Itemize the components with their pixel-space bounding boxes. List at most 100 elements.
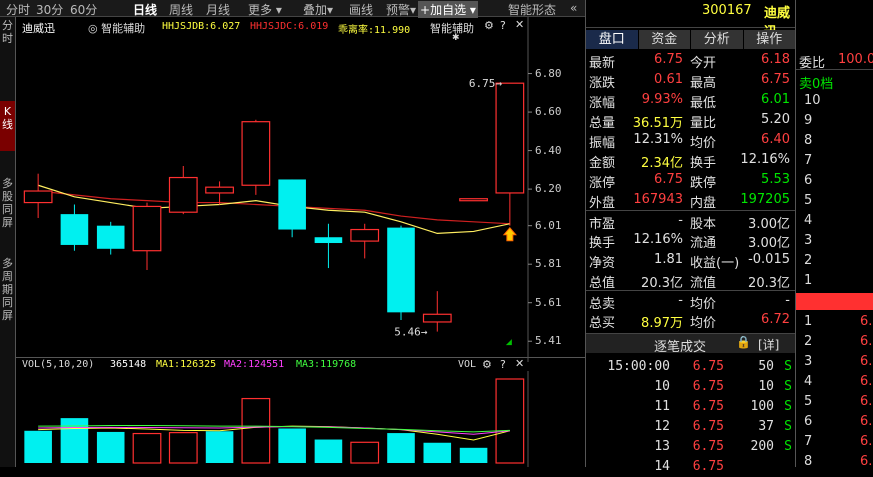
quote-value: 6.75 [654, 172, 683, 187]
trade-cell: 200 [750, 439, 774, 454]
trade-row: 15:00:00 6.75 50 S [586, 357, 796, 377]
lock-icon[interactable]: 🔒 [736, 335, 751, 349]
sell-level: 8 [804, 133, 813, 148]
quote-label: 均价 [690, 136, 717, 151]
quote-value: 12.16% [633, 232, 683, 247]
smart-pattern-button[interactable]: 智能形态 [508, 1, 556, 18]
tab-funds[interactable]: 资金 [638, 30, 690, 49]
quote-label: 量比 [690, 116, 717, 131]
vol-ma1: MA1:126325 [156, 359, 217, 370]
sell-level: 9 [804, 113, 813, 128]
weibi-label: 委比 [799, 56, 826, 71]
quote-row: 最新 6.75 今开 6.18 [586, 50, 796, 71]
mid-bar [796, 293, 873, 310]
price-tick-label: 5.81 [535, 257, 562, 271]
quote-label: 最高 [690, 76, 717, 91]
buy-price: 6. [860, 354, 873, 369]
quote-value: 6.01 [761, 92, 790, 107]
buy-price: 6. [860, 434, 873, 449]
tab-operation[interactable]: 操作 [743, 30, 795, 49]
vol-ma2: MA2:124551 [224, 359, 285, 370]
candle-body [459, 198, 488, 202]
trade-cell: S [784, 439, 792, 454]
sell-level: 1 [804, 273, 813, 288]
side-kline[interactable]: K线 [0, 101, 15, 151]
buy-price: 6. [860, 394, 873, 409]
volume-bar [24, 430, 52, 463]
quote-value: 6.40 [761, 132, 790, 147]
add-watchlist-button[interactable]: +加自选 ▾ [418, 1, 478, 18]
trade-cell: 6.75 [692, 419, 724, 434]
sell-level: 5 [804, 193, 813, 208]
collapse-arrow-icon[interactable]: « [570, 1, 577, 15]
price-tick-label: 6.01 [535, 218, 562, 232]
vol-close-icon[interactable]: ✕ [515, 357, 524, 370]
side-intraday[interactable]: 分时 [0, 19, 15, 45]
tab-intraday[interactable]: 分时 [6, 1, 30, 18]
quote-label: 振幅 [589, 136, 616, 151]
candle-body [278, 179, 306, 230]
candle-body [168, 176, 198, 213]
trades-detail-link[interactable]: [详] [758, 336, 779, 353]
volume-bar [387, 433, 415, 463]
quote-tabs: 盘口 资金 分析 操作 [586, 30, 796, 49]
candle-body [241, 121, 271, 186]
candle-body [132, 205, 162, 252]
vol-right-label: VOL [458, 359, 477, 370]
tab-analysis[interactable]: 分析 [691, 30, 743, 49]
tab-30min[interactable]: 30分 [36, 1, 63, 18]
volume-bar [495, 378, 525, 464]
buy-price: 6. [860, 334, 873, 349]
trade-cell: S [784, 359, 792, 374]
trade-row: 11 6.75 100 S [586, 397, 796, 417]
trade-cell: 6.75 [692, 439, 724, 454]
vol-ma3: MA3:119768 [296, 359, 357, 370]
quote-value: 9.93% [641, 92, 683, 107]
tab-weekly[interactable]: 周线 [169, 1, 193, 18]
tab-60min[interactable]: 60分 [70, 1, 97, 18]
overlay-button[interactable]: 叠加▾ [303, 1, 333, 18]
draw-line-button[interactable]: 画线 [349, 1, 373, 18]
vol-value: 365148 [110, 359, 147, 370]
quote-label: 内盘 [690, 196, 717, 211]
quote-label: 流通 [690, 236, 717, 251]
left-sidebar: 分时 K线 多股同屏 多周期同屏 [0, 17, 16, 467]
alert-button[interactable]: 预警▾ [386, 1, 416, 18]
quote-label: 总量 [589, 116, 616, 131]
candle-body [60, 214, 89, 245]
sell-zero-label: 卖0档 [799, 77, 834, 92]
trade-cell: S [784, 379, 792, 394]
quote-value: - [678, 293, 683, 308]
trade-cell: 13 [654, 439, 670, 454]
buy-price: 6. [860, 314, 873, 329]
candle-body [314, 237, 343, 244]
tab-handicap[interactable]: 盘口 [586, 30, 638, 49]
high-price-label: 6.75→ [469, 77, 502, 90]
sell-level: 7 [804, 153, 813, 168]
quote-row: 净资 1.81 收益(一) -0.015 [586, 250, 796, 271]
vol-help-icon[interactable]: ? [500, 358, 506, 371]
quote-value: 20.3亿 [748, 276, 790, 291]
period-toolbar: 分时 30分 60分 日线 周线 月线 更多 ▾ 叠加▾ 画线 预警▾ +加自选… [0, 0, 585, 18]
quote-label: 金额 [589, 156, 616, 171]
side-multi-stock[interactable]: 多股同屏 [0, 177, 15, 229]
tab-daily[interactable]: 日线 [133, 1, 157, 18]
trade-row: 12 6.75 37 S [586, 417, 796, 437]
quote-row: 总买 8.97万 均价 6.72 [586, 310, 796, 331]
trade-cell: 10 [758, 379, 774, 394]
quote-row: 涨停 6.75 跌停 5.53 [586, 170, 796, 191]
vol-ma3-line [38, 424, 510, 433]
vol-gear-icon[interactable]: ⚙ [482, 358, 492, 371]
candle-body [387, 227, 415, 313]
buy-price: 6. [860, 414, 873, 429]
side-multi-period[interactable]: 多周期同屏 [0, 257, 15, 322]
quote-label: 今开 [690, 56, 717, 71]
trades-title: 逐笔成交 [654, 340, 707, 355]
tab-more[interactable]: 更多 ▾ [248, 1, 282, 18]
tab-monthly[interactable]: 月线 [206, 1, 230, 18]
quote-label: 跌停 [690, 176, 717, 191]
quote-value: 1.81 [654, 252, 683, 267]
quote-row: 金额 2.34亿 换手 12.16% [586, 150, 796, 171]
quote-value: 12.16% [740, 152, 790, 167]
price-tick-label: 5.61 [535, 295, 562, 309]
